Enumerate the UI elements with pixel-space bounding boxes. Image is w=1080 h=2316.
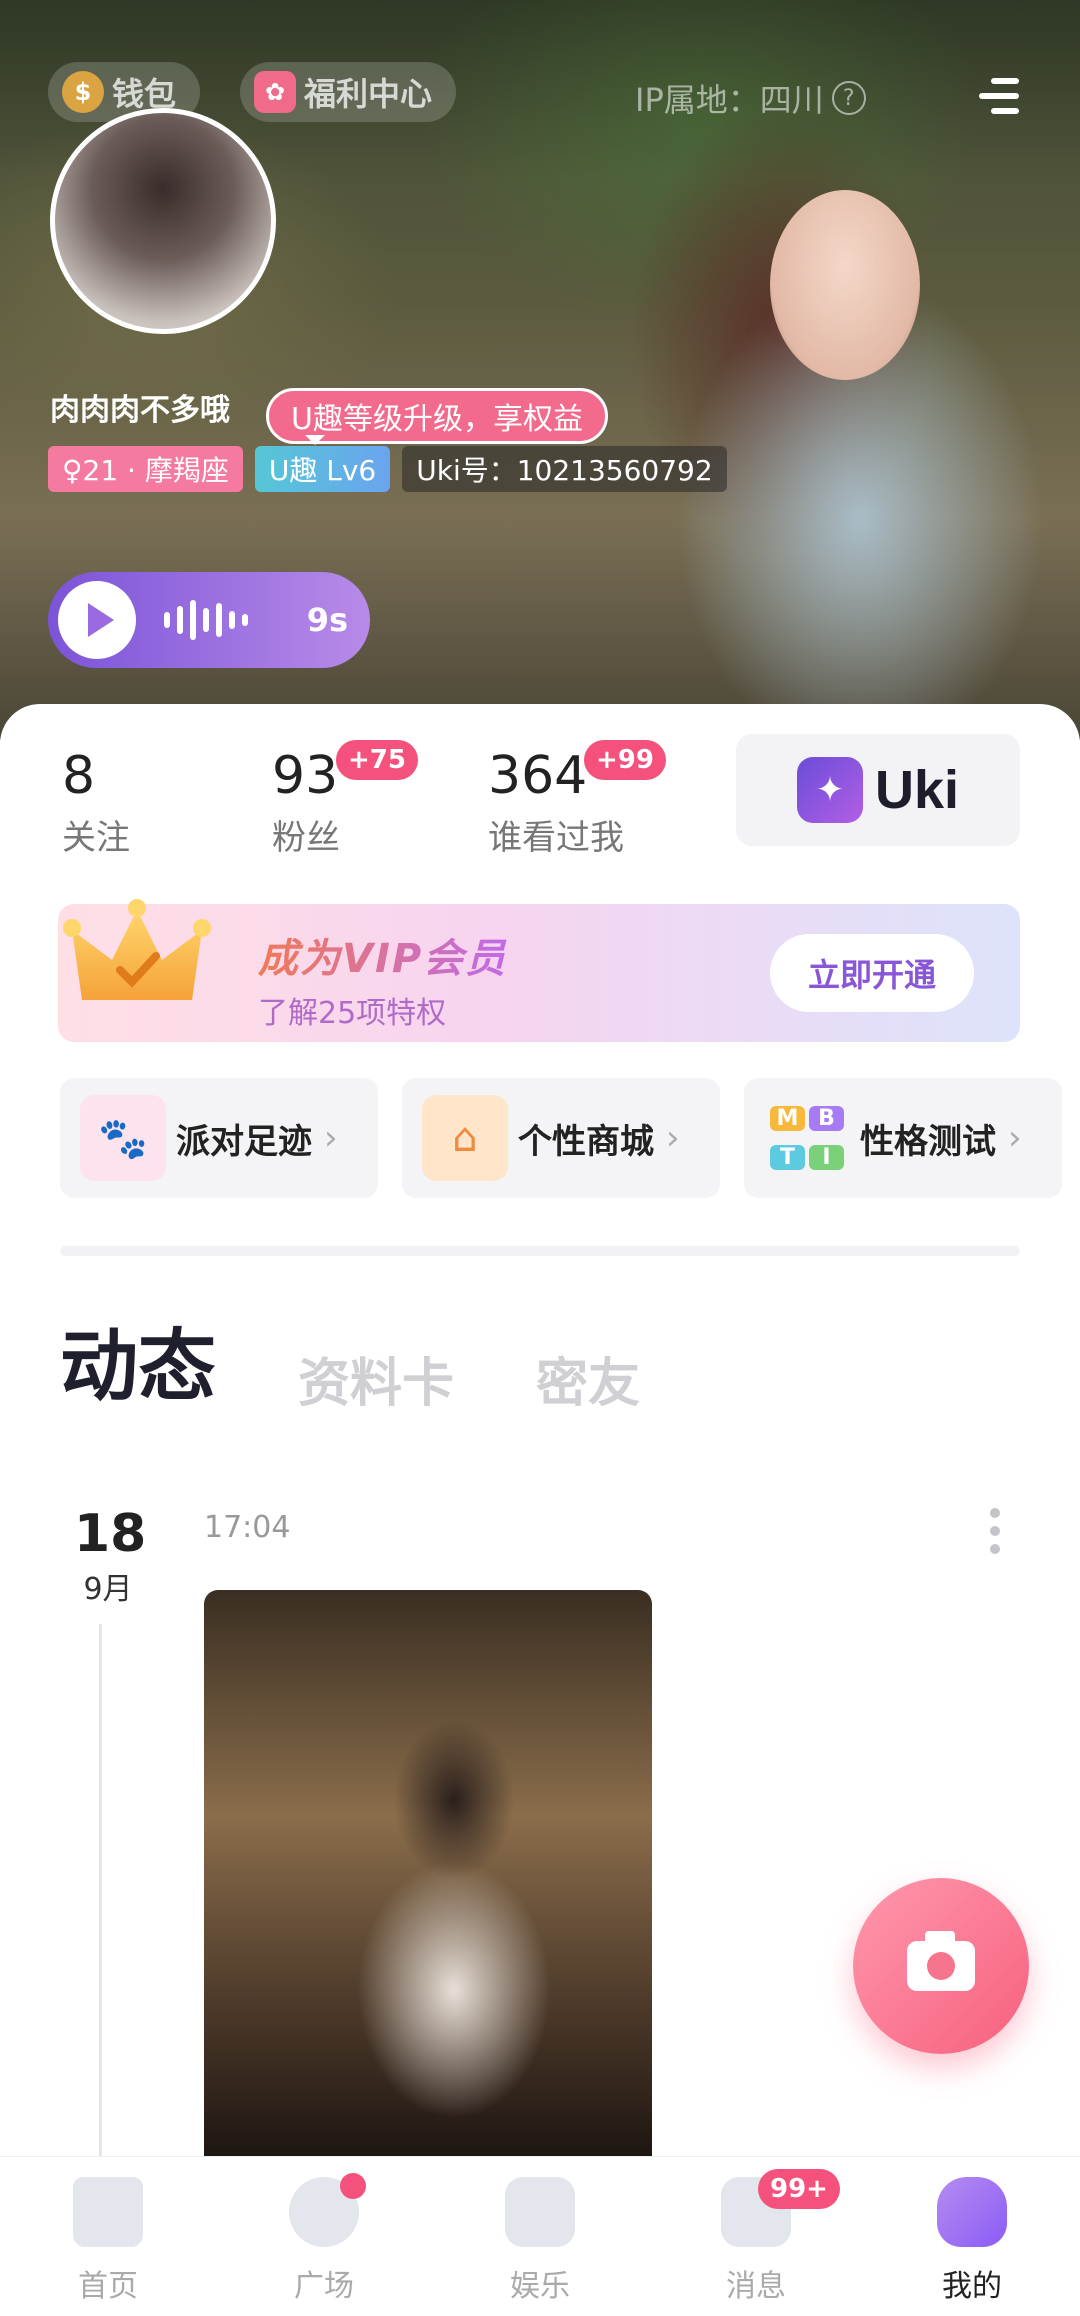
menu-line bbox=[991, 78, 1019, 84]
menu-line bbox=[991, 108, 1019, 114]
visitors-new-badge: +99 bbox=[584, 740, 666, 780]
avatar[interactable] bbox=[50, 108, 276, 334]
camera-icon bbox=[907, 1931, 975, 1991]
nav-entertainment-label: 娱乐 bbox=[510, 2269, 570, 2304]
camera-post-button[interactable] bbox=[853, 1878, 1029, 2054]
personal-store-label: 个性商城 bbox=[518, 1121, 654, 1162]
post-month: 9月 bbox=[83, 1572, 133, 1607]
party-footprint-entry[interactable]: 🐾 派对足迹 › bbox=[60, 1078, 378, 1198]
ip-location-text: IP属地：四川 bbox=[635, 81, 824, 119]
visitors-stat[interactable]: 364 谁看过我 +99 bbox=[488, 740, 666, 859]
home-icon bbox=[73, 2177, 143, 2247]
chevron-right-icon: › bbox=[324, 1118, 338, 1158]
uki-brand-button[interactable]: ✦ Uki bbox=[736, 734, 1020, 846]
fans-count: 93 bbox=[272, 746, 339, 806]
section-divider bbox=[60, 1246, 1020, 1256]
following-stat[interactable]: 8 关注 bbox=[62, 750, 130, 859]
party-popper-icon bbox=[505, 2177, 575, 2247]
bottom-navigation: 首页 广场 娱乐 99+ 消息 我的 bbox=[0, 2156, 1080, 2316]
cat-face-icon bbox=[937, 2177, 1007, 2247]
messages-badge: 99+ bbox=[758, 2169, 840, 2209]
voice-duration: 9s bbox=[306, 601, 348, 639]
tab-moments[interactable]: 动态 bbox=[53, 1304, 223, 1420]
mbti-letter: M bbox=[770, 1106, 805, 1131]
profile-tabs: 动态 资料卡 密友 bbox=[53, 1304, 722, 1420]
fans-label: 粉丝 bbox=[272, 818, 340, 858]
welfare-label: 福利中心 bbox=[304, 75, 433, 113]
vip-subtitle: 了解25项特权 bbox=[258, 996, 447, 1031]
nickname: 肉肉肉不多哦 bbox=[50, 393, 230, 428]
fans-new-badge: +75 bbox=[336, 740, 418, 780]
crown-icon bbox=[63, 899, 211, 1000]
post-day: 18 bbox=[74, 1504, 147, 1564]
play-icon[interactable] bbox=[58, 581, 136, 659]
vip-banner[interactable]: 成为VIP会员 了解25项特权 立即开通 bbox=[58, 899, 1020, 1042]
uki-logo-icon: ✦ bbox=[796, 757, 863, 823]
welfare-center-button[interactable]: ✿ 福利中心 bbox=[240, 62, 457, 122]
profile-header-background: $ 钱包 ✿ 福利中心 IP属地：四川 ? 肉肉肉不多哦 U趣等级升级，享权益 … bbox=[0, 0, 1080, 740]
nav-me-label: 我的 bbox=[942, 2269, 1002, 2304]
vip-open-button[interactable]: 立即开通 bbox=[770, 934, 974, 1012]
profile-tags: ♀21 · 摩羯座 U趣 Lv6 Uki号：10213560792 bbox=[48, 446, 727, 492]
personality-test-label: 性格测试 bbox=[860, 1121, 996, 1162]
visitors-label: 谁看过我 bbox=[488, 818, 624, 858]
age-zodiac-tag: ♀21 · 摩羯座 bbox=[48, 446, 243, 492]
soundwave-icon bbox=[164, 600, 248, 640]
mbti-icon: M B T I bbox=[764, 1095, 850, 1181]
nav-home[interactable]: 首页 bbox=[0, 2157, 216, 2316]
level-tag[interactable]: U趣 Lv6 bbox=[254, 446, 391, 492]
timeline-line bbox=[99, 1624, 102, 2164]
shop-icon: ⌂ bbox=[422, 1095, 508, 1181]
gift-icon: ✿ bbox=[254, 71, 296, 113]
personal-store-entry[interactable]: ⌂ 个性商城 › bbox=[402, 1078, 720, 1198]
nav-me[interactable]: 我的 bbox=[864, 2157, 1080, 2316]
post-date: 18 9月 bbox=[74, 1504, 147, 1608]
fans-stat[interactable]: 93 粉丝 +75 bbox=[272, 740, 418, 859]
chevron-right-icon: › bbox=[1008, 1118, 1022, 1158]
nav-entertainment[interactable]: 娱乐 bbox=[432, 2157, 648, 2316]
following-label: 关注 bbox=[62, 818, 130, 858]
level-upgrade-tip[interactable]: U趣等级升级，享权益 bbox=[266, 388, 608, 445]
mbti-letter: B bbox=[809, 1106, 844, 1131]
paw-icon: 🐾 bbox=[80, 1095, 166, 1181]
help-icon[interactable]: ? bbox=[831, 81, 866, 115]
party-footprint-label: 派对足迹 bbox=[176, 1121, 312, 1162]
uki-id-tag[interactable]: Uki号：10213560792 bbox=[402, 446, 727, 492]
nav-messages[interactable]: 99+ 消息 bbox=[648, 2157, 864, 2316]
wallet-icon: $ bbox=[62, 71, 104, 113]
vip-title: 成为VIP会员 bbox=[258, 926, 507, 984]
post-time: 17:04 bbox=[204, 1510, 291, 1545]
background-photo-face bbox=[770, 190, 920, 380]
following-count: 8 bbox=[62, 746, 96, 806]
mbti-letter: T bbox=[770, 1145, 805, 1170]
uki-brand-text: Uki bbox=[874, 760, 960, 820]
menu-icon[interactable] bbox=[975, 78, 1019, 114]
mbti-letter: I bbox=[809, 1145, 844, 1170]
chevron-right-icon: › bbox=[666, 1118, 680, 1158]
ip-location: IP属地：四川 ? bbox=[635, 75, 866, 121]
nav-messages-label: 消息 bbox=[726, 2269, 786, 2304]
tab-profile-card[interactable]: 资料卡 bbox=[298, 1341, 454, 1416]
nav-square[interactable]: 广场 bbox=[216, 2157, 432, 2316]
voice-intro-player[interactable]: 9s bbox=[48, 572, 370, 668]
post-image[interactable] bbox=[204, 1590, 652, 2156]
personality-test-entry[interactable]: M B T I 性格测试 › bbox=[744, 1078, 1062, 1198]
nav-square-label: 广场 bbox=[294, 2269, 354, 2304]
tab-close-friends[interactable]: 密友 bbox=[536, 1341, 640, 1416]
unread-dot bbox=[340, 2173, 366, 2199]
menu-line bbox=[979, 93, 1019, 99]
nav-home-label: 首页 bbox=[78, 2269, 138, 2304]
more-options-icon[interactable] bbox=[990, 1508, 1002, 1554]
